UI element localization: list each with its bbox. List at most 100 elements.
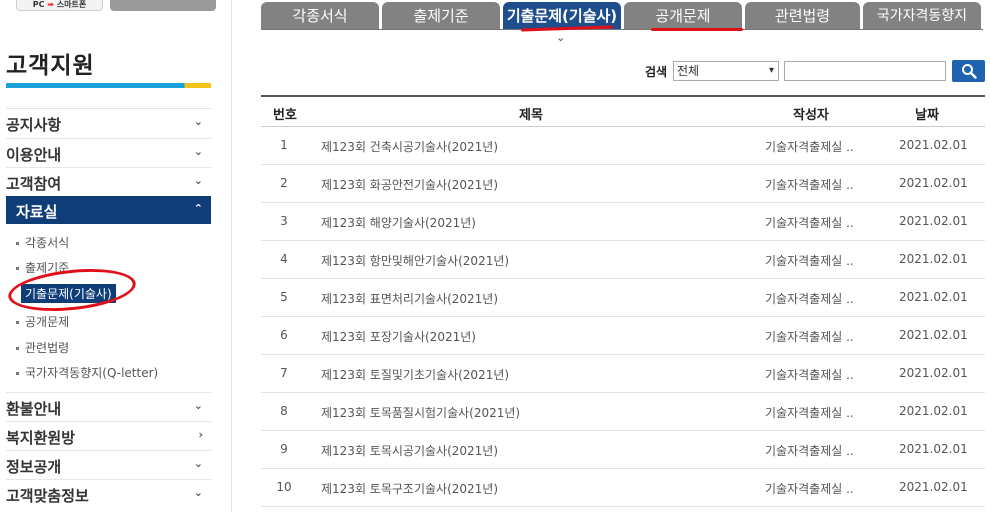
search-label: 검색 [645, 65, 668, 79]
annotation-underline [651, 28, 743, 31]
chevron-down-icon: ⌄ [193, 174, 203, 187]
row-number: 2 [280, 176, 288, 190]
header-author: 작성자 [793, 108, 829, 123]
nav-item-label: 자료실 [16, 203, 58, 221]
header-no: 번호 [273, 108, 297, 123]
row-date: 2021.02.01 [899, 214, 968, 228]
table-row[interactable]: 8 제123회 토목품질시험기술사(2021년) 기술자격출제실 .. 2021.02… [261, 393, 985, 431]
row-date: 2021.02.01 [899, 252, 968, 266]
nav-item-guide[interactable]: 이용안내 ⌄ [6, 138, 211, 166]
row-title[interactable]: 제123회 건축시공기술사(2021년) [321, 138, 498, 155]
search-input[interactable] [784, 61, 946, 81]
search-icon [962, 64, 977, 79]
row-author: 기술자격출제실 .. [765, 330, 854, 344]
nav-item-notice[interactable]: 공지사항 ⌄ [6, 108, 211, 136]
tab-divider [261, 29, 983, 30]
chevron-up-icon: ⌃ [193, 202, 203, 215]
chevron-down-icon: ⌄ [193, 115, 203, 128]
row-title[interactable]: 제123회 포장기술사(2021년) [321, 328, 476, 345]
row-number: 1 [280, 138, 288, 152]
nav-item-archive[interactable]: 자료실 ⌃ [6, 196, 211, 224]
sub-item-label: 국가자격동향지(Q-letter) [25, 366, 159, 380]
chevron-down-icon: ⌄ [193, 457, 203, 470]
device-switch: PC ➡ 스마트폰 [16, 0, 216, 12]
chevron-down-icon: ▾ [768, 65, 774, 76]
pc-to-smartphone-button[interactable]: PC ➡ 스마트폰 [16, 0, 103, 11]
top-secondary-button[interactable] [110, 0, 216, 11]
row-title[interactable]: 제123회 토목시공기술사(2021년) [321, 442, 498, 459]
header-date: 날짜 [915, 108, 939, 123]
tab-public-exams[interactable]: 공개문제 [624, 2, 742, 30]
row-title[interactable]: 제123회 해양기술사(2021년) [321, 214, 476, 231]
row-author: 기술자격출제실 .. [765, 406, 854, 420]
chevron-down-icon: ⌄ [193, 486, 203, 499]
nav-item-welfare[interactable]: 복지환원방 › [6, 421, 211, 449]
row-title[interactable]: 제123회 항만및해안기술사(2021년) [321, 252, 509, 269]
sub-item-laws[interactable]: 관련법령 [16, 339, 69, 356]
bullet-icon [16, 321, 19, 324]
row-author: 기술자격출제실 .. [765, 292, 854, 306]
table-row[interactable]: 5 제123회 표면처리기술사(2021년) 기술자격출제실 .. 2021.02.0… [261, 279, 985, 317]
row-author: 기술자격출제실 .. [765, 178, 854, 192]
row-author: 기술자격출제실 .. [765, 368, 854, 382]
nav-item-label: 환불안내 [6, 400, 62, 418]
row-date: 2021.02.01 [899, 328, 968, 342]
tab-forms[interactable]: 각종서식 [261, 2, 379, 30]
smartphone-label: 스마트폰 [56, 0, 87, 9]
sub-item-forms[interactable]: 각종서식 [16, 234, 69, 251]
tab-bar: 각종서식 출제기준 기출문제(기술사) 공개문제 관련법령 국가자격동향지 [261, 2, 990, 32]
search-scope-select[interactable]: 전체 ▾ [673, 61, 779, 81]
row-date: 2021.02.01 [899, 138, 968, 152]
arrow-icon: ➡ [47, 0, 54, 9]
table-row[interactable]: 3 제123회 해양기술사(2021년) 기술자격출제실 .. 2021.02.01 [261, 203, 985, 241]
tab-trends[interactable]: 국가자격동향지 [863, 2, 981, 30]
search-scope-value: 전체 [677, 64, 700, 78]
row-title[interactable]: 제123회 토목품질시험기술사(2021년) [321, 404, 520, 421]
table-row[interactable]: 7 제123회 토질및기초기술사(2021년) 기술자격출제실 .. 2021.02.… [261, 355, 985, 393]
table-row[interactable]: 2 제123회 화공안전기술사(2021년) 기술자격출제실 .. 2021.02.0… [261, 165, 985, 203]
row-author: 기술자격출제실 .. [765, 254, 854, 268]
nav-item-participation[interactable]: 고객참여 ⌄ [6, 167, 211, 195]
chevron-down-icon: ⌄ [193, 145, 203, 158]
row-date: 2021.02.01 [899, 290, 968, 304]
row-number: 4 [280, 252, 288, 266]
chevron-down-icon: ⌄ [193, 399, 203, 412]
row-title[interactable]: 제123회 토목구조기술사(2021년) [321, 480, 498, 497]
table-row[interactable]: 10 제123회 토목구조기술사(2021년) 기술자격출제실 .. 2021.02.… [261, 469, 985, 507]
row-number: 3 [280, 214, 288, 228]
row-date: 2021.02.01 [899, 366, 968, 380]
nav-item-label: 복지환원방 [6, 429, 76, 447]
sub-item-label: 공개문제 [25, 315, 70, 329]
search-button[interactable] [952, 60, 985, 82]
nav-item-refund[interactable]: 환불안내 ⌄ [6, 392, 211, 420]
row-date: 2021.02.01 [899, 404, 968, 418]
nav-item-label: 정보공개 [6, 458, 62, 476]
nav-item-label: 고객참여 [6, 175, 62, 193]
sub-item-label: 관련법령 [25, 341, 70, 355]
nav-item-custom-info[interactable]: 고객맞춤정보 ⌄ [6, 479, 211, 507]
sub-item-label: 각종서식 [25, 236, 70, 250]
table-row[interactable]: 4 제123회 항만및해안기술사(2021년) 기술자격출제실 .. 2021.02.… [261, 241, 985, 279]
row-title[interactable]: 제123회 표면처리기술사(2021년) [321, 290, 498, 307]
pc-label: PC [32, 0, 45, 9]
tab-criteria[interactable]: 출제기준 [382, 2, 500, 30]
table-row[interactable]: 6 제123회 포장기술사(2021년) 기술자격출제실 .. 2021.02.01 [261, 317, 985, 355]
bullet-icon [16, 267, 19, 270]
nav-item-label: 고객맞춤정보 [6, 487, 89, 505]
sub-item-public-exams[interactable]: 공개문제 [16, 313, 69, 330]
row-number: 7 [280, 366, 288, 380]
tab-laws[interactable]: 관련법령 [745, 2, 860, 30]
table-header: 번호 제목 작성자 날짜 [261, 95, 985, 127]
table-row[interactable]: 1 제123회 건축시공기술사(2021년) 기술자격출제실 .. 2021.02.0… [261, 127, 985, 165]
nav-item-disclosure[interactable]: 정보공개 ⌄ [6, 450, 211, 478]
row-title[interactable]: 제123회 토질및기초기술사(2021년) [321, 366, 509, 383]
chevron-right-icon: › [198, 428, 203, 441]
row-title[interactable]: 제123회 화공안전기술사(2021년) [321, 176, 498, 193]
row-date: 2021.02.01 [899, 480, 968, 494]
row-number: 5 [280, 290, 288, 304]
table-row[interactable]: 9 제123회 토목시공기술사(2021년) 기술자격출제실 .. 2021.02.0… [261, 431, 985, 469]
active-tab-pointer-icon: ⌄ [556, 31, 566, 44]
row-author: 기술자격출제실 .. [765, 216, 854, 230]
row-number: 9 [280, 442, 288, 456]
sub-item-qletter[interactable]: 국가자격동향지(Q-letter) [16, 364, 158, 381]
